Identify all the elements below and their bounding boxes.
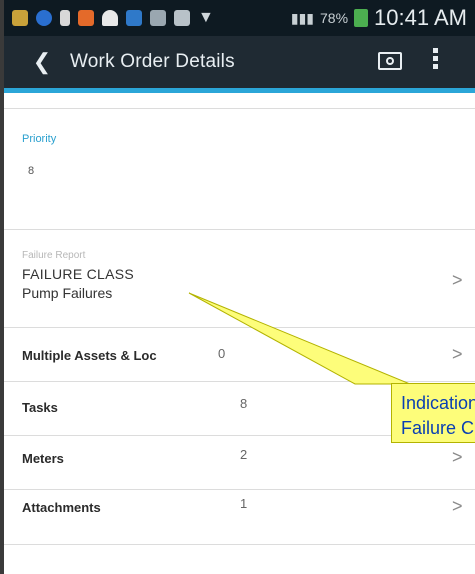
status-bar: ▼ ▮▮▮ 78% 10:41 AM <box>4 0 475 36</box>
app-bar-accent-line <box>4 88 475 93</box>
notification-icon <box>36 10 52 26</box>
row-count: 0 <box>218 346 226 361</box>
divider <box>4 108 475 109</box>
failure-class-label: FAILURE CLASS <box>22 266 135 282</box>
row-label-tasks: Tasks <box>22 400 58 415</box>
callout-box: Indication o Failure Clas <box>391 383 475 443</box>
app-bar: ❮ Work Order Details <box>4 36 475 88</box>
chevron-right-icon[interactable]: > <box>452 447 463 468</box>
row-label-multiple-assets: Multiple Assets & Loc <box>22 348 157 363</box>
callout-line-1: Indication o <box>401 393 475 413</box>
notification-icon <box>150 10 166 26</box>
notification-icons: ▼ <box>12 9 214 27</box>
mail-icon <box>174 10 190 26</box>
notification-icon <box>60 10 70 26</box>
divider <box>4 544 475 545</box>
callout-box-fill: Indication o Failure Clas <box>391 383 475 443</box>
camera-icon[interactable] <box>378 52 402 70</box>
wifi-icon: ▼ <box>198 9 214 26</box>
row-count: 8 <box>240 396 248 411</box>
page-title: Work Order Details <box>70 51 235 72</box>
signal-icon: ▮▮▮ <box>290 9 315 26</box>
cloud-icon <box>102 10 118 26</box>
callout-line-2: Failure Clas <box>401 418 475 438</box>
row-count: 2 <box>240 447 248 462</box>
battery-percent: 78% <box>320 10 349 26</box>
row-count: 1 <box>240 496 248 511</box>
chevron-right-icon[interactable]: > <box>452 270 463 291</box>
notification-icon <box>12 10 28 26</box>
row-label-meters: Meters <box>22 451 64 466</box>
clock: 10:41 AM <box>374 5 467 30</box>
battery-icon <box>354 9 369 27</box>
chevron-right-icon[interactable]: > <box>452 496 463 517</box>
failure-class-value: Pump Failures <box>22 285 113 301</box>
notification-icon <box>126 10 142 26</box>
failure-report-label: Failure Report <box>22 250 86 261</box>
priority-label: Priority <box>22 133 57 145</box>
notification-icon <box>78 10 94 26</box>
more-vert-icon[interactable] <box>432 48 440 74</box>
row-label-attachments: Attachments <box>22 500 101 515</box>
priority-value[interactable]: 8 <box>28 165 34 177</box>
chevron-left-icon[interactable]: ❮ <box>22 49 62 75</box>
list-item[interactable] <box>4 436 475 488</box>
chevron-right-icon[interactable]: > <box>452 344 463 365</box>
